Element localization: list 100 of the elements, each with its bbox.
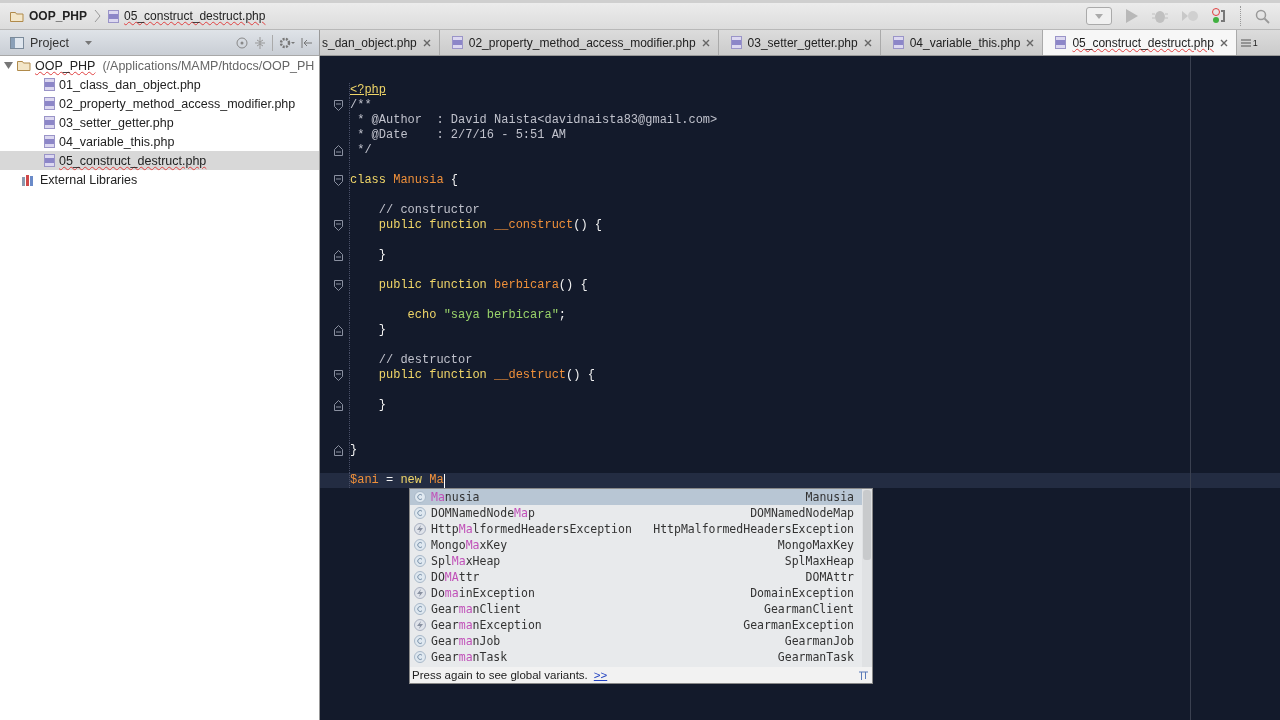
class-icon [414,507,426,519]
completion-item[interactable]: GearmanTask GearmanTask [410,649,862,665]
editor-tab[interactable]: s_dan_object.php [320,30,440,55]
completion-item[interactable]: Manusia Manusia [410,489,862,505]
lightning-icon [414,587,426,599]
code-line: } [377,323,386,338]
tree-item[interactable]: 02_property_method_access_modifier.php [0,94,319,113]
completion-item[interactable]: GearmanClient GearmanClient [410,601,862,617]
unfold-icon[interactable] [334,400,343,411]
php-file-icon [451,36,463,49]
code-line: * @Date : 2/7/16 - 5:51 AM [356,128,567,143]
suggestion-name: DOMAttr [431,570,480,584]
tree-item[interactable]: 05_construct_destruct.php [0,151,319,170]
tree-item[interactable]: 03_setter_getter.php [0,113,319,132]
list-icon [1240,38,1251,47]
code-line: <?php [350,83,386,98]
suggestion-name: DOMNamedNodeMap [431,506,535,520]
tree-item[interactable]: External Libraries [0,170,319,189]
close-icon[interactable] [1026,38,1035,47]
locate-icon[interactable] [236,36,248,49]
tree-item[interactable]: 01_class_dan_object.php [0,75,319,94]
hide-panel-icon[interactable] [301,36,313,49]
code-line: * @Author : David Naista<davidnaista83@gmail.com> [356,113,718,128]
close-icon[interactable] [422,38,431,47]
completion-item[interactable]: MongoMaxKey MongoMaxKey [410,537,862,553]
completion-item[interactable]: DOMNamedNodeMap DOMNamedNodeMap [410,505,862,521]
tree-item[interactable]: 04_variable_this.php [0,132,319,151]
run-config-dropdown[interactable] [1086,7,1112,25]
code-line: } [377,398,386,413]
unfold-icon[interactable] [334,145,343,156]
suggestion-name: DomainException [431,586,535,600]
suggestion-type: GearmanClient [764,602,854,616]
suggestion-type: GearmanJob [784,634,854,648]
code-line: /** [350,98,372,113]
php-file-icon [730,36,742,49]
chevron-icon [94,9,102,23]
suggestion-type: MongoMaxKey [777,538,854,552]
suggestion-type: DomainException [750,586,854,600]
editor-tab[interactable]: 05_construct_destruct.php [1043,30,1237,55]
tree-item[interactable]: OOP_PHP (/Applications/MAMP/htdocs/OOP_PH [0,56,319,75]
code-line: } [377,248,386,263]
unfold-icon[interactable] [334,445,343,456]
folder-icon [10,10,24,22]
fold-icon[interactable] [334,280,343,291]
completion-item[interactable]: SplMaxHeap SplMaxHeap [410,553,862,569]
pi-icon[interactable] [859,670,868,680]
suggestion-type: DOMAttr [805,570,854,584]
text-cursor [443,473,445,488]
php-file-icon [44,154,55,167]
project-icon [10,36,24,49]
close-icon[interactable] [1219,38,1228,47]
completion-item[interactable]: GearmanException GearmanException [410,617,862,633]
suggestion-name: Manusia [431,490,480,504]
suggestion-type: SplMaxHeap [784,554,854,568]
debug-listen-icon[interactable] [1212,8,1226,24]
completion-item[interactable]: GearmanJob GearmanJob [410,633,862,649]
suggestion-name: GearmanClient [431,602,522,616]
panel-title[interactable]: Project [30,35,69,50]
folder-icon [17,60,31,71]
lightning-icon [414,619,426,631]
completion-item[interactable]: HttpMalformedHeadersException HttpMalformedHeadersException [410,521,862,537]
suggestion-name: MongoMaxKey [431,538,508,552]
expand-triangle-icon[interactable] [4,61,13,70]
completion-item[interactable]: DomainException DomainException [410,585,862,601]
breadcrumb-item[interactable]: OOP_PHP [29,9,88,23]
fold-icon[interactable] [334,100,343,111]
class-icon [414,539,426,551]
global-variants-link[interactable]: >> [593,669,608,681]
close-icon[interactable] [863,38,872,47]
close-icon[interactable] [701,38,710,47]
fold-icon[interactable] [334,370,343,381]
suggestion-name: HttpMalformedHeadersException [431,522,632,536]
breadcrumb-item[interactable]: 05_construct_destruct.php [124,9,266,23]
php-file-icon [108,9,120,23]
settings-icon[interactable] [279,36,295,49]
search-icon[interactable] [1255,8,1270,24]
php-file-icon [892,36,904,49]
scrollbar[interactable] [862,489,872,667]
suggestion-name: GearmanTask [431,650,508,664]
code-line: */ [356,143,372,158]
unfold-icon[interactable] [334,325,343,336]
suggestion-name: SplMaxHeap [431,554,501,568]
php-file-icon [44,78,55,91]
completion-item[interactable]: DOMAttr DOMAttr [410,569,862,585]
php-file-icon [44,116,55,129]
hidden-tabs-button[interactable]: 1 [1236,30,1262,55]
fold-icon[interactable] [334,220,343,231]
code-line: // destructor [377,353,473,368]
suggestion-type: HttpMalformedHeadersException [653,522,854,536]
caret-icon[interactable] [84,40,92,45]
class-icon [414,491,426,503]
editor-tab[interactable]: 02_property_method_access_modifier.php [439,30,719,55]
caret-icon [1095,13,1103,19]
unfold-icon[interactable] [334,250,343,261]
code-line: public function __destruct() { [377,368,595,383]
code-line: echo "saya berbicara"; [406,308,567,323]
class-icon [414,571,426,583]
fold-icon[interactable] [334,175,343,186]
code-line: $ani = new Ma [350,473,444,488]
editor-tab[interactable]: 03_setter_getter.php [718,30,881,55]
